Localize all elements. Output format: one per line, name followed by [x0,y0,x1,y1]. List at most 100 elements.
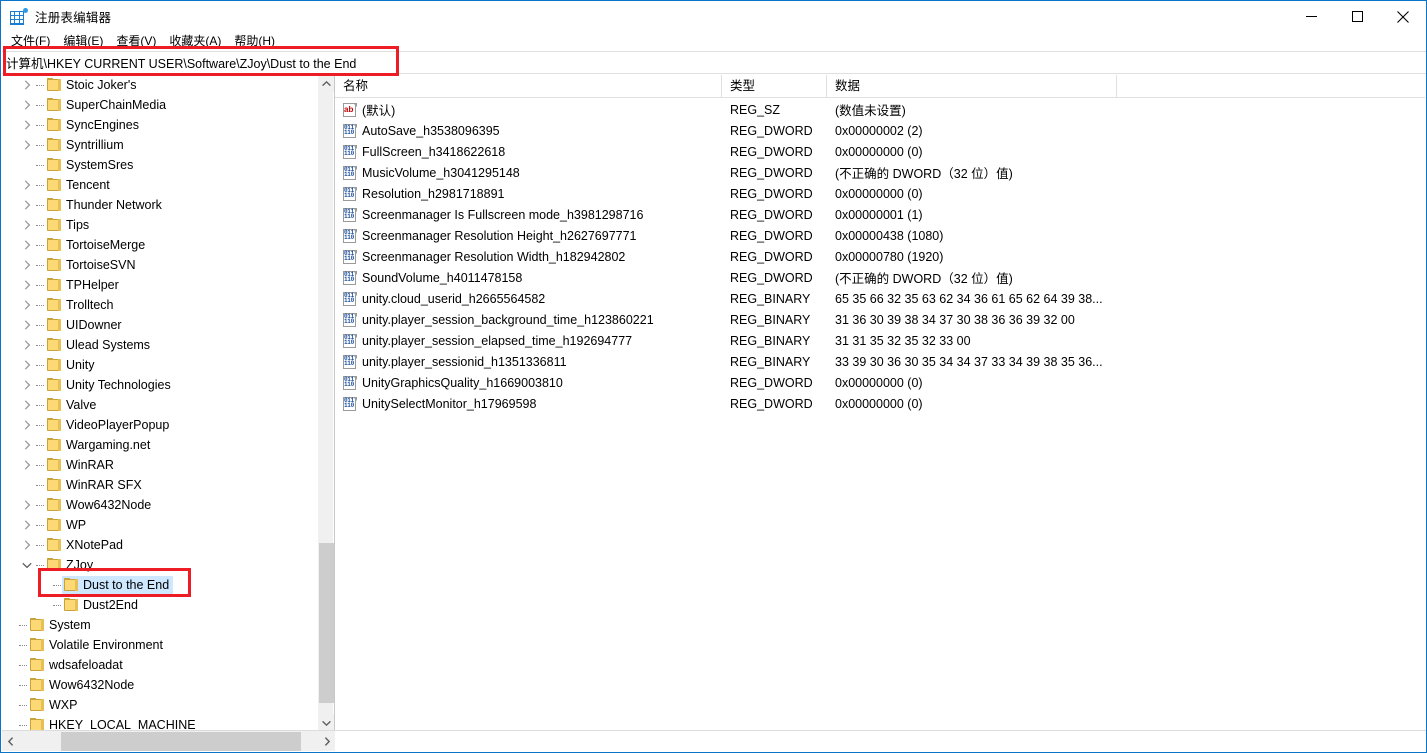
tree-item-content[interactable]: VideoPlayerPopup [45,416,173,434]
tree-item-content[interactable]: Ulead Systems [45,336,154,354]
table-row[interactable]: 011 110 Screenmanager Resolution Height_h2… [335,225,1425,246]
hscroll-track[interactable] [19,731,318,751]
chevron-right-icon[interactable] [19,315,35,335]
table-row[interactable]: 011 110 unity.player_sessionid_h1351336811… [335,351,1425,372]
chevron-right-icon[interactable] [19,115,35,135]
tree-item-content[interactable]: wdsafeloadat [28,656,127,674]
tree-item-syntrillium[interactable]: Syntrillium [2,135,319,155]
maximize-button[interactable] [1334,1,1380,32]
tree-item-wp[interactable]: WP [2,515,319,535]
chevron-right-icon[interactable] [19,395,35,415]
tree-item-volatile-environment[interactable]: Volatile Environment [2,635,319,655]
tree-item-valve[interactable]: Valve [2,395,319,415]
tree-item-winrar-sfx[interactable]: WinRAR SFX [2,475,319,495]
chevron-right-icon[interactable] [19,175,35,195]
scroll-left-arrow-icon[interactable] [2,732,19,751]
hscroll-thumb[interactable] [61,731,301,751]
table-row[interactable]: 011 110 FullScreen_h3418622618 REG_DWORD 0x0… [335,141,1425,162]
tree-item-wargaming-net[interactable]: Wargaming.net [2,435,319,455]
menu-edit[interactable]: 编辑(E) [59,32,112,51]
tree-item-wow6432node[interactable]: Wow6432Node [2,495,319,515]
tree-item-content[interactable]: Trolltech [45,296,117,314]
tree-item-tortoisemerge[interactable]: TortoiseMerge [2,235,319,255]
chevron-right-icon[interactable] [19,275,35,295]
tree-item-dust-to-the-end[interactable]: Dust to the End [2,575,319,595]
registry-tree[interactable]: Stoic Joker's SuperChainMedia SyncEngines S… [2,75,319,731]
tree-item-content[interactable]: XNotePad [45,536,127,554]
menu-view[interactable]: 查看(V) [112,32,165,51]
table-row[interactable]: 011 110 MusicVolume_h3041295148 REG_DWORD (不… [335,162,1425,183]
tree-item-system[interactable]: System [2,615,319,635]
tree-item-content[interactable]: WinRAR SFX [45,476,146,494]
tree-vertical-scrollbar[interactable] [318,75,334,731]
tree-item-videoplayerpopup[interactable]: VideoPlayerPopup [2,415,319,435]
tree-item-unity-technologies[interactable]: Unity Technologies [2,375,319,395]
tree-item-wdsafeloadat[interactable]: wdsafeloadat [2,655,319,675]
table-row[interactable]: 011 110 UnityGraphicsQuality_h1669003810 RE… [335,372,1425,393]
table-row[interactable]: ab (默认) REG_SZ (数值未设置) [335,99,1425,120]
tree-horizontal-scrollbar[interactable] [2,730,335,751]
tree-item-content[interactable]: Thunder Network [45,196,166,214]
tree-item-tphelper[interactable]: TPHelper [2,275,319,295]
tree-item-unity[interactable]: Unity [2,355,319,375]
tree-item-xnotepad[interactable]: XNotePad [2,535,319,555]
menu-favorites[interactable]: 收藏夹(A) [165,32,230,51]
chevron-right-icon[interactable] [19,255,35,275]
chevron-right-icon[interactable] [19,135,35,155]
tree-item-content[interactable]: WP [45,516,90,534]
values-list[interactable]: ab (默认) REG_SZ (数值未设置) 011 110 AutoSave_h35380… [335,98,1425,414]
tree-item-content[interactable]: SystemSres [45,156,137,174]
table-row[interactable]: 011 110 Screenmanager Is Fullscreen mode_h… [335,204,1425,225]
chevron-right-icon[interactable] [19,95,35,115]
tree-item-content[interactable]: Wow6432Node [28,676,138,694]
chevron-right-icon[interactable] [19,415,35,435]
tree-item-content[interactable]: System [28,616,95,634]
table-row[interactable]: 011 110 unity.cloud_userid_h2665564582 REG_… [335,288,1425,309]
tree-item-stoic-joker-s[interactable]: Stoic Joker's [2,75,319,95]
close-button[interactable] [1380,1,1426,32]
tree-item-content[interactable]: TortoiseMerge [45,236,149,254]
tree-item-content[interactable]: Unity Technologies [45,376,175,394]
table-row[interactable]: 011 110 SoundVolume_h4011478158 REG_DWORD (不… [335,267,1425,288]
table-row[interactable]: 011 110 unity.player_session_background_ti… [335,309,1425,330]
tree-item-zjoy[interactable]: ZJoy [2,555,319,575]
tree-item-superchainmedia[interactable]: SuperChainMedia [2,95,319,115]
chevron-right-icon[interactable] [19,75,35,95]
chevron-right-icon[interactable] [19,455,35,475]
tree-item-content[interactable]: ZJoy [45,556,97,574]
chevron-right-icon[interactable] [19,295,35,315]
tree-item-content[interactable]: Dust2End [62,596,142,614]
tree-item-content[interactable]: WXP [28,696,81,714]
tree-item-content[interactable]: Unity [45,356,98,374]
column-header-type[interactable]: 类型 [722,75,827,98]
chevron-right-icon[interactable] [19,435,35,455]
tree-item-dust2end[interactable]: Dust2End [2,595,319,615]
table-row[interactable]: 011 110 unity.player_session_elapsed_time_… [335,330,1425,351]
chevron-right-icon[interactable] [19,235,35,255]
tree-item-content[interactable]: Tencent [45,176,114,194]
tree-item-content[interactable]: Tips [45,216,93,234]
tree-item-content[interactable]: HKEY_LOCAL_MACHINE [28,716,200,731]
tree-item-content[interactable]: TortoiseSVN [45,256,139,274]
tree-item-content[interactable]: WinRAR [45,456,118,474]
scroll-right-arrow-icon[interactable] [318,732,335,751]
tree-item-content[interactable]: UIDowner [45,316,126,334]
tree-item-syncengines[interactable]: SyncEngines [2,115,319,135]
chevron-right-icon[interactable] [19,535,35,555]
tree-item-content[interactable]: Wow6432Node [45,496,155,514]
table-row[interactable]: 011 110 Resolution_h2981718891 REG_DWORD 0x0… [335,183,1425,204]
chevron-right-icon[interactable] [19,515,35,535]
tree-item-systemsres[interactable]: SystemSres [2,155,319,175]
tree-item-content[interactable]: Volatile Environment [28,636,167,654]
tree-item-wow6432node[interactable]: Wow6432Node [2,675,319,695]
table-row[interactable]: 011 110 UnitySelectMonitor_h17969598 REG_DW… [335,393,1425,414]
tree-item-content[interactable]: Syntrillium [45,136,128,154]
column-header-name[interactable]: 名称 [335,75,722,98]
tree-item-content[interactable]: Valve [45,396,100,414]
tree-item-content[interactable]: TPHelper [45,276,123,294]
tree-item-content[interactable]: Stoic Joker's [45,76,140,94]
tree-item-hkey-local-machine[interactable]: HKEY_LOCAL_MACHINE [2,715,319,731]
menu-help[interactable]: 帮助(H) [230,32,284,51]
table-row[interactable]: 011 110 Screenmanager Resolution Width_h18… [335,246,1425,267]
chevron-right-icon[interactable] [19,195,35,215]
